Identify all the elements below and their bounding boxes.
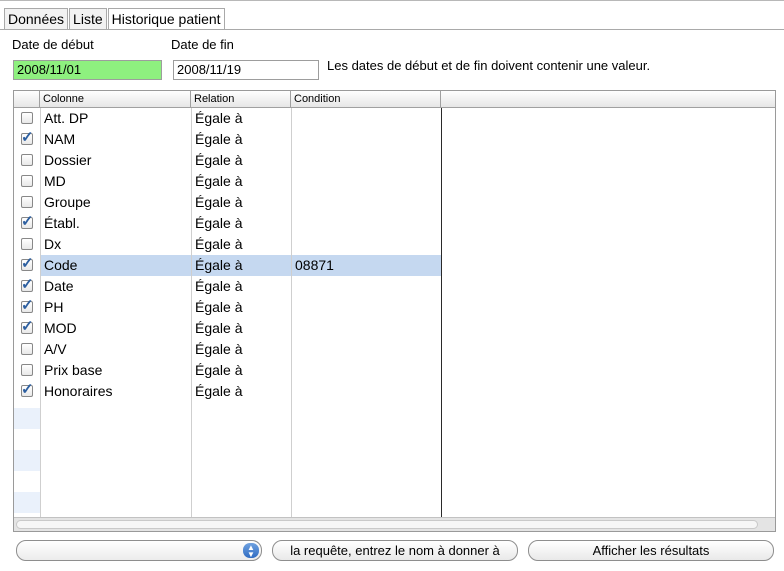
start-date-label: Date de début bbox=[12, 37, 94, 52]
criteria-grid: Colonne Relation Condition ✓ Honoraires Ég… bbox=[13, 90, 776, 532]
table-row[interactable]: Groupe Égale à bbox=[14, 192, 775, 213]
cell-colonne: PH bbox=[44, 299, 64, 315]
end-date-label: Date de fin bbox=[171, 37, 234, 52]
table-row[interactable]: Prix base Égale à bbox=[14, 360, 775, 381]
table-row[interactable]: ✓ Code Égale à 08871 bbox=[14, 255, 775, 276]
checkbox-unchecked[interactable] bbox=[21, 175, 33, 187]
checkmark-icon: ✓ bbox=[21, 213, 34, 230]
tab-divider bbox=[0, 29, 784, 30]
grid-header: Colonne Relation Condition bbox=[14, 91, 775, 108]
header-colonne[interactable]: Colonne bbox=[40, 91, 191, 107]
checkmark-icon: ✓ bbox=[21, 129, 34, 146]
tab-donnees[interactable]: Données bbox=[4, 8, 69, 29]
save-query-button[interactable]: la requête, entrez le nom à donner à bbox=[272, 540, 518, 561]
start-date-field[interactable]: 2008/11/01 bbox=[13, 60, 162, 80]
checkbox-unchecked[interactable] bbox=[21, 238, 33, 250]
cell-relation[interactable]: Égale à bbox=[195, 171, 242, 192]
cell-relation[interactable]: Égale à bbox=[195, 339, 242, 360]
cell-colonne: Établ. bbox=[44, 215, 80, 231]
column-divider bbox=[191, 108, 192, 517]
cell-colonne: Dossier bbox=[44, 152, 92, 168]
table-row[interactable]: MD Égale à bbox=[14, 171, 775, 192]
cell-relation[interactable]: Égale à bbox=[195, 381, 242, 402]
table-row[interactable]: ✓ PH Égale à bbox=[14, 297, 775, 318]
checkbox-unchecked[interactable] bbox=[21, 196, 33, 208]
table-row[interactable]: Dx Égale à bbox=[14, 234, 775, 255]
empty-row-stripe bbox=[14, 408, 40, 429]
table-row[interactable]: Att. DP Égale à bbox=[14, 108, 775, 129]
top-border bbox=[0, 0, 784, 1]
tab-liste[interactable]: Liste bbox=[69, 8, 107, 29]
saved-query-popup[interactable]: ▲ ▼ bbox=[16, 540, 262, 561]
cell-colonne: Dx bbox=[44, 236, 62, 252]
cell-colonne: MOD bbox=[44, 320, 77, 336]
show-results-button[interactable]: Afficher les résultats bbox=[528, 540, 774, 561]
cell-colonne: Code bbox=[44, 257, 78, 273]
table-row[interactable]: A/V Égale à bbox=[14, 339, 775, 360]
cell-relation[interactable]: Égale à bbox=[195, 129, 242, 150]
cell-colonne: MD bbox=[44, 173, 66, 189]
tab-historique-patient[interactable]: Historique patient bbox=[107, 8, 225, 29]
cell-colonne: Date bbox=[44, 278, 74, 294]
empty-row-stripe bbox=[14, 492, 40, 513]
checkmark-icon: ✓ bbox=[21, 255, 34, 272]
cell-relation[interactable]: Égale à bbox=[195, 234, 242, 255]
checkbox-unchecked[interactable] bbox=[21, 343, 33, 355]
table-row[interactable]: ✓ Date Égale à bbox=[14, 276, 775, 297]
table-row[interactable]: Dossier Égale à bbox=[14, 150, 775, 171]
column-divider bbox=[441, 108, 442, 517]
cell-colonne: Prix base bbox=[44, 362, 103, 378]
cell-relation[interactable]: Égale à bbox=[195, 108, 242, 129]
header-filler bbox=[441, 91, 775, 107]
cell-relation[interactable]: Égale à bbox=[195, 318, 242, 339]
header-relation[interactable]: Relation bbox=[191, 91, 291, 107]
checkmark-icon: ✓ bbox=[21, 276, 34, 293]
cell-colonne: Groupe bbox=[44, 194, 91, 210]
table-row[interactable]: ✓ Établ. Égale à bbox=[14, 213, 775, 234]
tab-bar: Données Liste Historique patient bbox=[4, 8, 226, 30]
table-row[interactable]: ✓ MOD Égale à bbox=[14, 318, 775, 339]
column-divider bbox=[40, 108, 41, 517]
cell-condition[interactable]: 08871 bbox=[295, 255, 334, 276]
grid-body: ✓ Honoraires Égale à Prix base Égale à A/V Éga… bbox=[14, 108, 775, 517]
checkbox-unchecked[interactable] bbox=[21, 154, 33, 166]
cell-colonne: Honoraires bbox=[44, 383, 113, 399]
cell-relation[interactable]: Égale à bbox=[195, 276, 242, 297]
checkmark-icon: ✓ bbox=[21, 381, 34, 398]
cell-colonne: NAM bbox=[44, 131, 76, 147]
cell-relation[interactable]: Égale à bbox=[195, 255, 242, 276]
header-condition[interactable]: Condition bbox=[291, 91, 441, 107]
table-row[interactable]: ✓ Honoraires Égale à bbox=[14, 381, 775, 402]
checkmark-icon: ✓ bbox=[21, 297, 34, 314]
column-divider bbox=[291, 108, 292, 517]
cell-relation[interactable]: Égale à bbox=[195, 297, 242, 318]
popup-arrows-icon: ▲ ▼ bbox=[243, 543, 259, 559]
empty-row-stripe bbox=[14, 450, 40, 471]
cell-relation[interactable]: Égale à bbox=[195, 150, 242, 171]
scrollbar-thumb[interactable] bbox=[16, 520, 758, 529]
cell-colonne: A/V bbox=[44, 341, 67, 357]
cell-relation[interactable]: Égale à bbox=[195, 213, 242, 234]
table-row[interactable]: ✓ NAM Égale à bbox=[14, 129, 775, 150]
date-requirement-note: Les dates de début et de fin doivent con… bbox=[327, 58, 651, 73]
header-checkbox-column bbox=[14, 91, 40, 107]
checkbox-unchecked[interactable] bbox=[21, 112, 33, 124]
horizontal-scrollbar[interactable] bbox=[14, 517, 775, 531]
cell-relation[interactable]: Égale à bbox=[195, 192, 242, 213]
checkmark-icon: ✓ bbox=[21, 318, 34, 335]
checkbox-unchecked[interactable] bbox=[21, 364, 33, 376]
cell-relation[interactable]: Égale à bbox=[195, 360, 242, 381]
cell-colonne: Att. DP bbox=[44, 110, 89, 126]
end-date-field[interactable]: 2008/11/19 bbox=[173, 60, 319, 80]
